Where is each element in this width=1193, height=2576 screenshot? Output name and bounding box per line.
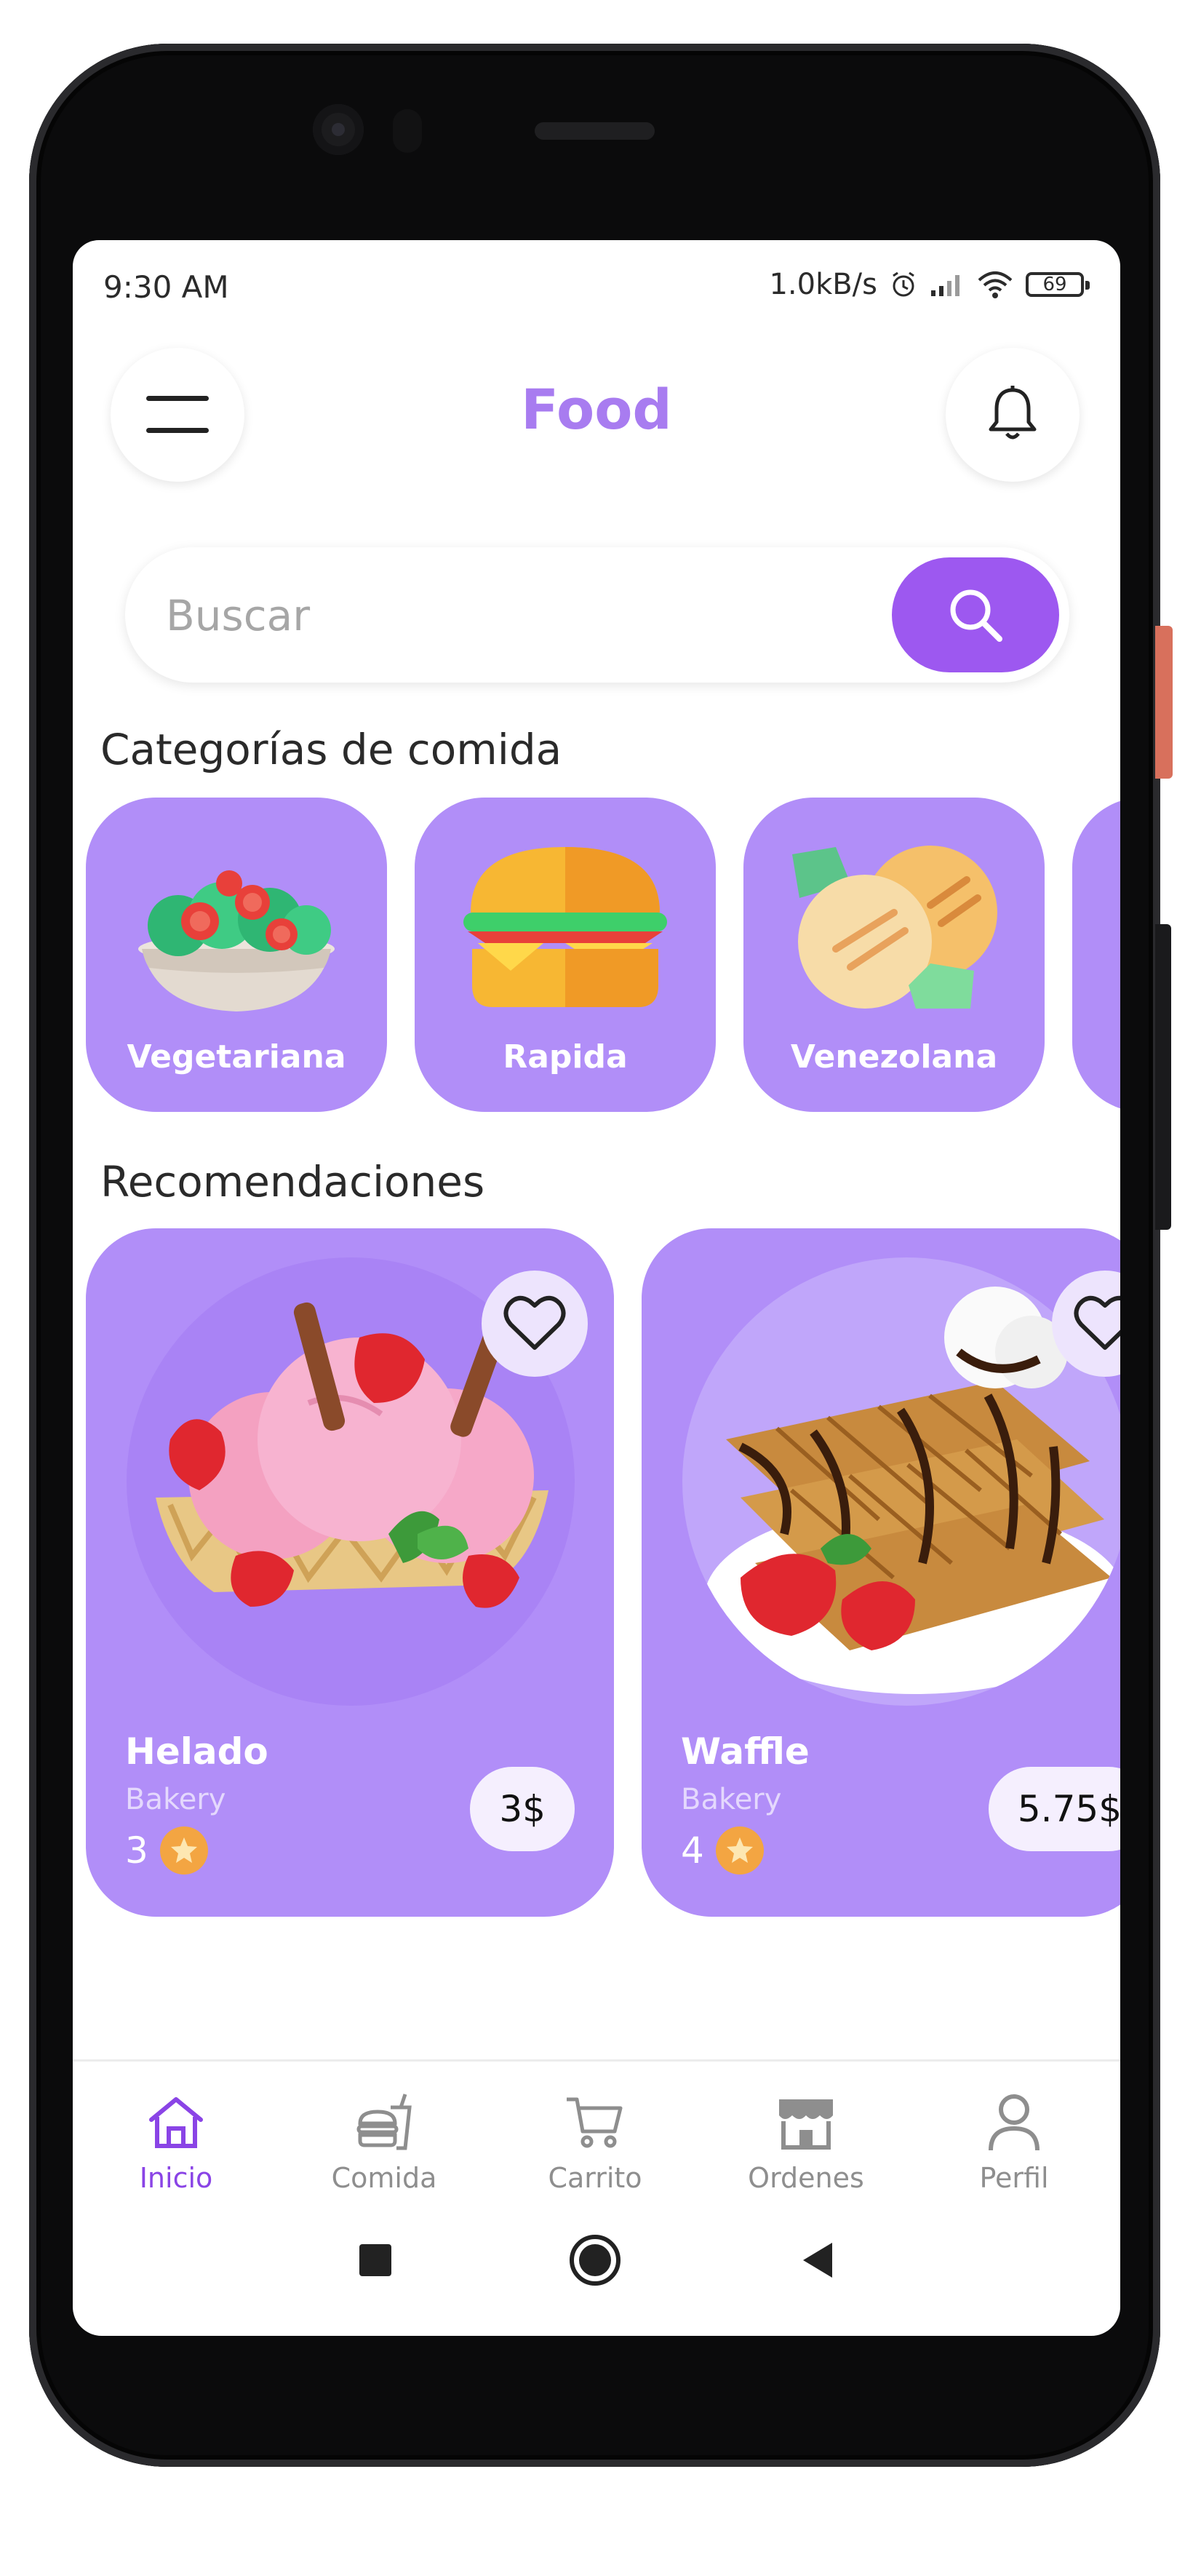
recommendation-card-waffle[interactable]: Waffle Bakery 4 5.75$ (642, 1228, 1120, 1917)
rating-value: 4 (681, 1829, 704, 1872)
battery-level: 69 (1042, 274, 1067, 295)
categories-title: Categorías de comida (100, 725, 562, 774)
bell-icon (989, 386, 1037, 440)
arepa-icon (792, 846, 997, 1009)
battery-icon: 69 (1026, 272, 1090, 297)
home-icon (149, 2097, 203, 2148)
nav-label: Carrito (548, 2162, 642, 2194)
category-label: Rapida (503, 1038, 628, 1076)
category-card-rapida[interactable]: Rapida (415, 798, 716, 1112)
power-button (1155, 626, 1173, 779)
search-input[interactable] (164, 547, 822, 684)
salad-icon (138, 870, 335, 1011)
earpiece-speaker (535, 122, 655, 140)
nav-item-comida[interactable]: Comida (304, 2091, 464, 2194)
proximity-sensor (393, 109, 422, 153)
back-icon[interactable] (800, 2241, 835, 2279)
product-price: 5.75$ (988, 1767, 1120, 1851)
favorite-button[interactable] (482, 1271, 588, 1377)
volume-button (1155, 924, 1171, 1230)
nav-item-carrito[interactable]: Carrito (515, 2091, 675, 2194)
rating-value: 3 (125, 1829, 148, 1872)
heart-icon (503, 1295, 566, 1350)
front-camera (313, 104, 364, 155)
search-button[interactable] (892, 557, 1059, 672)
nav-label: Comida (331, 2162, 437, 2194)
star-icon (715, 1826, 764, 1875)
nav-label: Inicio (139, 2162, 213, 2194)
nav-label: Perfil (979, 2162, 1049, 2194)
status-indicators: 1.0kB/s 69 (769, 268, 1090, 301)
category-card-partial[interactable] (1072, 798, 1120, 1112)
recents-icon[interactable] (358, 2243, 393, 2278)
star-icon (159, 1826, 208, 1875)
search-bar (125, 547, 1069, 684)
recommendation-card-helado[interactable]: Helado Bakery 3 3$ (86, 1228, 614, 1917)
nav-item-inicio[interactable]: Inicio (96, 2091, 256, 2194)
network-speed: 1.0kB/s (769, 268, 877, 301)
food-icon (356, 2094, 412, 2150)
recommendations-title: Recomendaciones (100, 1157, 485, 1206)
product-category: Bakery (681, 1783, 782, 1816)
status-time: 9:30 AM (103, 269, 229, 305)
product-rating: 4 (681, 1826, 764, 1875)
cart-icon (567, 2097, 623, 2148)
category-label: Venezolana (790, 1038, 998, 1076)
category-card-venezolana[interactable]: Venezolana (743, 798, 1045, 1112)
wifi-icon (978, 271, 1013, 298)
bottom-navigation: Inicio Comida Carrito Ordenes Perfil (73, 2059, 1120, 2207)
screen: 9:30 AM 1.0kB/s 69 Food Categorías de co… (73, 240, 1120, 2336)
search-icon (950, 589, 1002, 642)
nav-label: Ordenes (748, 2162, 864, 2194)
product-name: Helado (125, 1730, 268, 1773)
nav-item-perfil[interactable]: Perfil (934, 2091, 1094, 2194)
burger-icon (463, 847, 667, 1007)
signal-icon (931, 275, 959, 296)
notifications-button[interactable] (946, 348, 1080, 482)
product-category: Bakery (125, 1783, 226, 1816)
heart-icon (1074, 1295, 1120, 1350)
category-card-vegetariana[interactable]: Vegetariana (86, 798, 387, 1112)
store-icon (779, 2099, 833, 2150)
category-label: Vegetariana (127, 1038, 346, 1076)
home-circle-icon[interactable] (569, 2234, 621, 2286)
product-rating: 3 (125, 1826, 208, 1875)
nav-item-ordenes[interactable]: Ordenes (726, 2091, 886, 2194)
alarm-icon (893, 271, 914, 297)
system-navigation (73, 2209, 1120, 2311)
product-name: Waffle (681, 1730, 810, 1773)
product-price: 3$ (470, 1767, 575, 1851)
user-icon (989, 2094, 1040, 2151)
